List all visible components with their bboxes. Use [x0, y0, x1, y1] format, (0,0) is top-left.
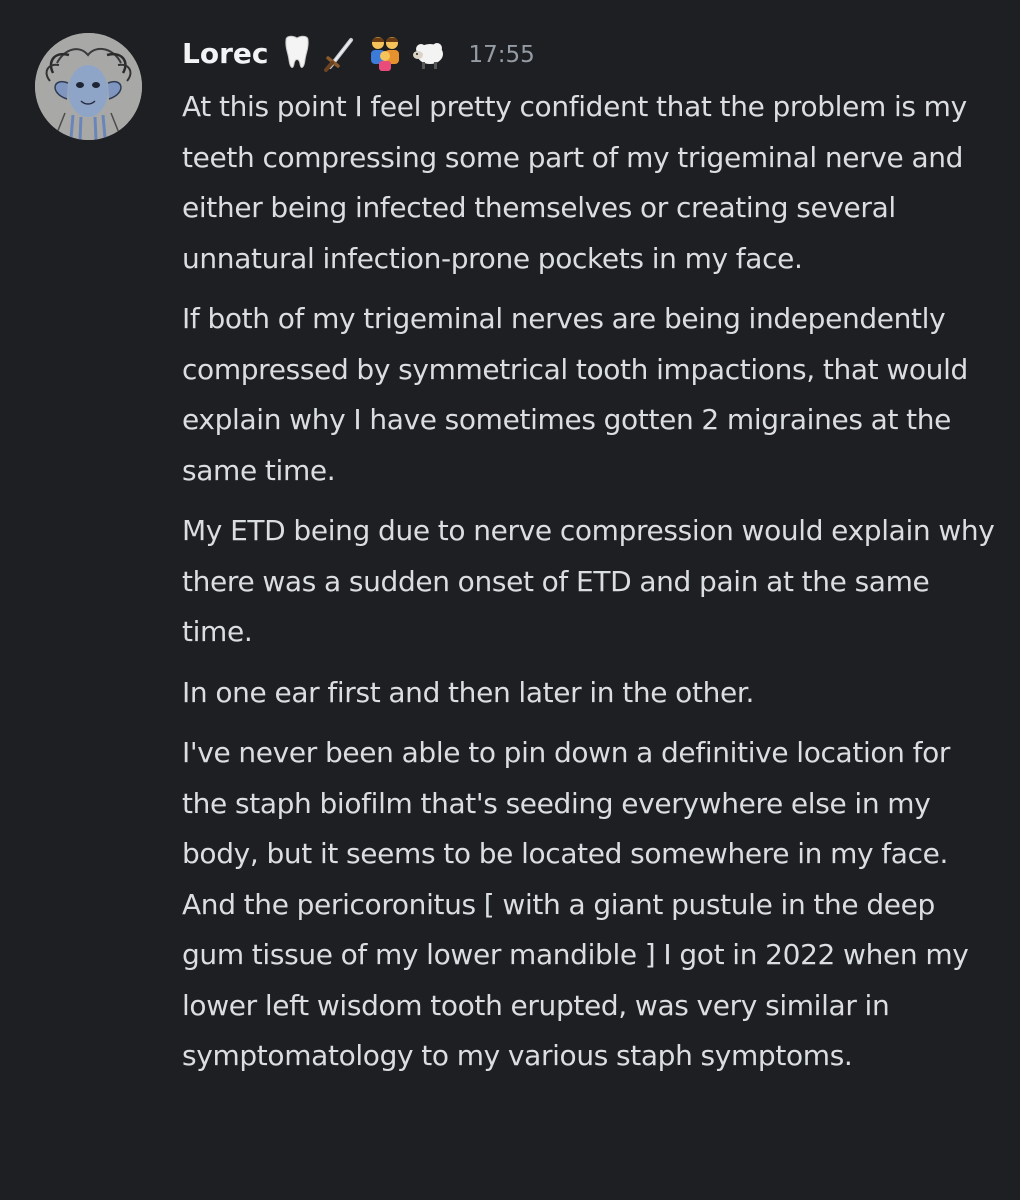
message-header: Lorec 17:55: [182, 30, 535, 76]
username[interactable]: Lorec: [182, 37, 268, 70]
avatar-image: [35, 33, 142, 140]
family-icon: [368, 34, 402, 72]
chat-message: Lorec 17:55 At this point I feel pretty …: [0, 0, 1020, 1200]
tooth-icon: [280, 34, 314, 72]
message-paragraph: I've never been able to pin down a defin…: [182, 736, 969, 1072]
message-content: At this point I feel pretty confident th…: [182, 82, 997, 1082]
message-paragraph: My ETD being due to nerve compression wo…: [182, 514, 995, 648]
message-paragraph: If both of my trigeminal nerves are bein…: [182, 302, 968, 487]
sheep-icon: [412, 34, 446, 72]
message-timestamp[interactable]: 17:55: [468, 42, 534, 68]
message-paragraph: At this point I feel pretty confident th…: [182, 90, 967, 275]
avatar[interactable]: [35, 33, 142, 140]
dagger-icon: [324, 34, 358, 72]
message-paragraph: In one ear first and then later in the o…: [182, 675, 755, 709]
